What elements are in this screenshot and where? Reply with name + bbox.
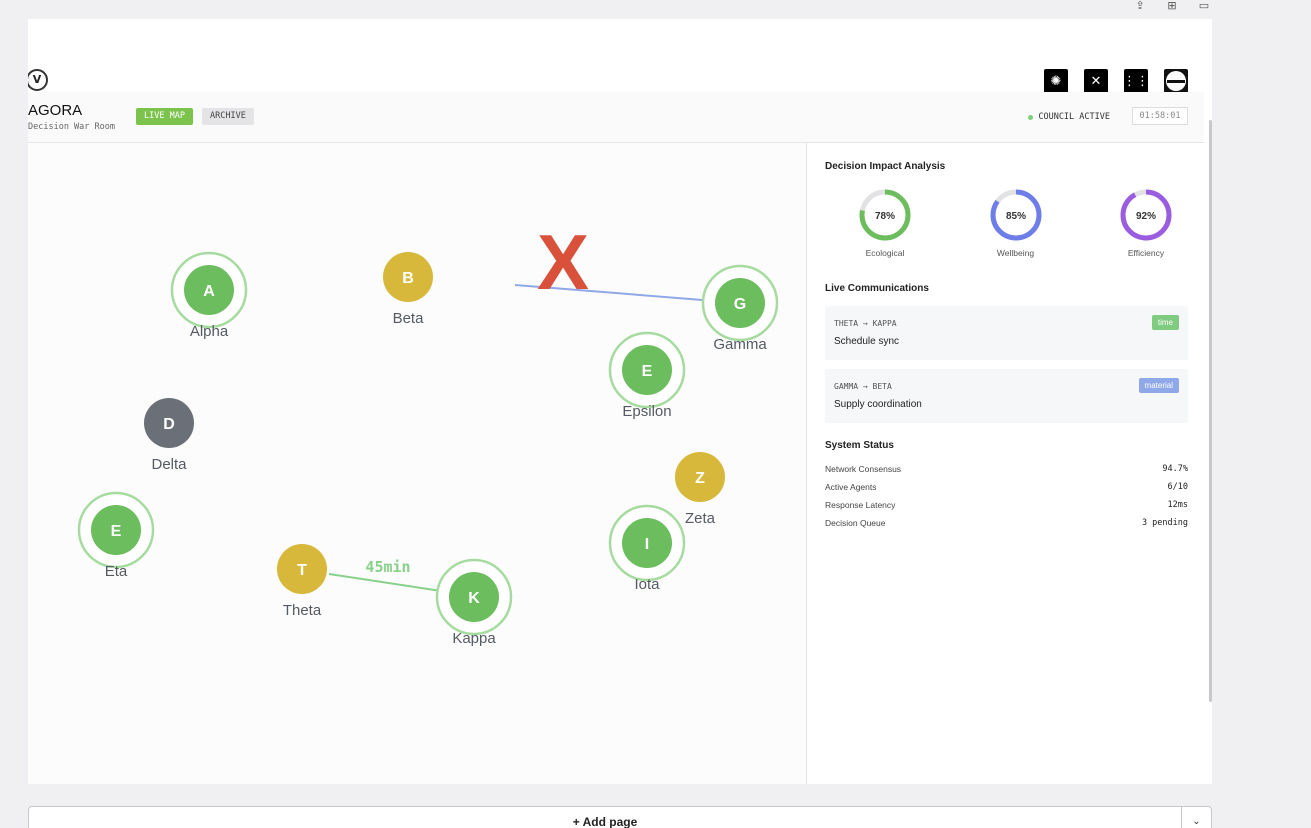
council-status: COUNCIL ACTIVE xyxy=(1028,112,1110,122)
add-frame-icon[interactable]: ⊞ xyxy=(1165,0,1179,12)
node-label: Delta xyxy=(151,456,187,473)
comm-route: THETA → KAPPA xyxy=(834,319,897,328)
status-row: Decision Queue 3 pending xyxy=(825,517,1188,529)
node-label: Eta xyxy=(105,563,128,580)
status-value: 12ms xyxy=(1167,500,1188,510)
status-value: 6/10 xyxy=(1167,482,1188,492)
map-node-theta[interactable]: T Theta xyxy=(277,544,327,619)
impact-title: Decision Impact Analysis xyxy=(825,161,946,172)
tab-archive[interactable]: ARCHIVE xyxy=(202,108,254,125)
node-letter: A xyxy=(203,283,215,300)
map-node-zeta[interactable]: Z Zeta xyxy=(675,452,725,527)
chevron-down-icon[interactable]: ⌄ xyxy=(1181,807,1211,828)
map-node-iota[interactable]: I Iota xyxy=(608,504,686,593)
node-label: Epsilon xyxy=(622,403,671,420)
map-node-kappa[interactable]: K Kappa xyxy=(435,558,513,647)
map-node-gamma[interactable]: G Gamma xyxy=(701,264,779,353)
map-node-beta[interactable]: B Beta xyxy=(383,252,433,327)
page-icon[interactable]: ▭ xyxy=(1197,0,1211,12)
comm-tag: material xyxy=(1138,378,1179,393)
gauge-value: 78% xyxy=(875,211,895,222)
tab-live-map[interactable]: LIVE MAP xyxy=(136,108,193,125)
council-status-label: COUNCIL ACTIVE xyxy=(1038,112,1110,122)
gauge-label: Ecological xyxy=(865,248,905,258)
live-map: X 45min A Alpha B Beta G Gamma E Epsilon D Delta Z… xyxy=(28,143,807,784)
side-panel: Decision Impact Analysis 78% Ecological … xyxy=(808,143,1212,784)
bandage-thumb-icon[interactable]: ✕ xyxy=(1084,69,1108,93)
add-page-button[interactable]: + Add page xyxy=(29,815,1181,828)
node-letter: I xyxy=(645,536,649,553)
status-key: Network Consensus xyxy=(825,464,902,474)
status-value: 94.7% xyxy=(1162,464,1188,474)
app-name: AGORA xyxy=(28,102,83,119)
sun-thumb-icon[interactable]: ✺ xyxy=(1044,69,1068,93)
status-key: Decision Queue xyxy=(825,518,886,528)
node-label: Theta xyxy=(283,602,322,619)
comms-title: Live Communications xyxy=(825,283,929,294)
live-communications: Live Communications THETA → KAPPA Schedu… xyxy=(825,283,1188,423)
gauge-value: 85% xyxy=(1005,211,1025,222)
node-label: Zeta xyxy=(685,510,716,527)
node-letter: B xyxy=(402,270,414,287)
node-letter: E xyxy=(642,363,653,380)
gauge-label: Wellbeing xyxy=(996,248,1035,258)
comm-item[interactable]: GAMMA → BETA Supply coordination materia… xyxy=(825,369,1188,423)
app-header: AGORA Decision War Room LIVE MAP ARCHIVE… xyxy=(28,92,1204,143)
status-row: Response Latency 12ms xyxy=(825,499,1188,511)
node-label: Alpha xyxy=(190,323,229,340)
status-key: Response Latency xyxy=(825,500,896,510)
status-title: System Status xyxy=(825,440,894,451)
system-status: System Status Network Consensus 94.7% Ac… xyxy=(825,440,1188,529)
node-letter: E xyxy=(111,523,122,540)
link-duration-label: 45min xyxy=(365,558,410,576)
gauge-value: 92% xyxy=(1136,211,1156,222)
canvas-toolbar: ⇪ ⊞ ▭ xyxy=(1133,0,1211,12)
frame-scrollbar[interactable] xyxy=(1209,120,1212,702)
app-frame: V ✺ ✕ ⋮⋮ AGORA Decision War Room LIVE MA… xyxy=(28,19,1212,784)
comm-message: Supply coordination xyxy=(834,399,922,410)
frame-top-bar: V ✺ ✕ ⋮⋮ xyxy=(28,19,1212,93)
status-key: Active Agents xyxy=(825,482,877,492)
map-node-epsilon[interactable]: E Epsilon xyxy=(608,331,686,420)
comm-message: Schedule sync xyxy=(834,336,900,347)
add-page-bar: + Add page ⌄ xyxy=(28,806,1212,828)
comm-route: GAMMA → BETA xyxy=(834,382,892,391)
app-subtitle: Decision War Room xyxy=(28,122,115,132)
comm-item[interactable]: THETA → KAPPA Schedule sync time xyxy=(825,306,1188,360)
gauge-ecological: 78% Ecological xyxy=(855,188,915,262)
gauge-efficiency: 92% Efficiency xyxy=(1116,188,1176,262)
logo-icon: V xyxy=(28,69,48,91)
session-timer: 01:58:01 xyxy=(1132,107,1188,125)
node-letter: K xyxy=(468,590,480,607)
upload-icon[interactable]: ⇪ xyxy=(1133,0,1147,12)
node-letter: D xyxy=(163,416,175,433)
node-letter: G xyxy=(734,296,746,313)
node-label: Kappa xyxy=(452,630,496,647)
gauge-wellbeing: 85% Wellbeing xyxy=(986,188,1046,262)
map-node-delta[interactable]: D Delta xyxy=(144,398,194,473)
map-canvas: X 45min A Alpha B Beta G Gamma E Epsilon D Delta Z… xyxy=(77,218,779,647)
status-value: 3 pending xyxy=(1141,518,1188,528)
blocked-mark: X xyxy=(537,218,589,306)
map-node-eta[interactable]: E Eta xyxy=(77,491,155,580)
gauge-label: Efficiency xyxy=(1127,248,1165,258)
node-letter: T xyxy=(297,562,307,579)
map-node-alpha[interactable]: A Alpha xyxy=(170,251,248,340)
globe-thumb-icon[interactable] xyxy=(1164,69,1188,93)
brand: AGORA Decision War Room xyxy=(28,102,115,132)
status-row: Network Consensus 94.7% xyxy=(825,463,1188,475)
node-label: Gamma xyxy=(713,336,767,353)
node-letter: Z xyxy=(695,470,705,487)
node-label: Iota xyxy=(634,576,660,593)
node-label: Beta xyxy=(393,310,425,327)
comm-tag: time xyxy=(1151,315,1179,330)
impact-gauges: 78% Ecological 85% Wellbeing 92% Efficie… xyxy=(825,188,1188,262)
thumbnail-strip: ✺ ✕ ⋮⋮ xyxy=(1044,69,1188,93)
status-row: Active Agents 6/10 xyxy=(825,481,1188,493)
grid-thumb-icon[interactable]: ⋮⋮ xyxy=(1123,69,1149,93)
status-dot-icon xyxy=(1028,114,1034,120)
